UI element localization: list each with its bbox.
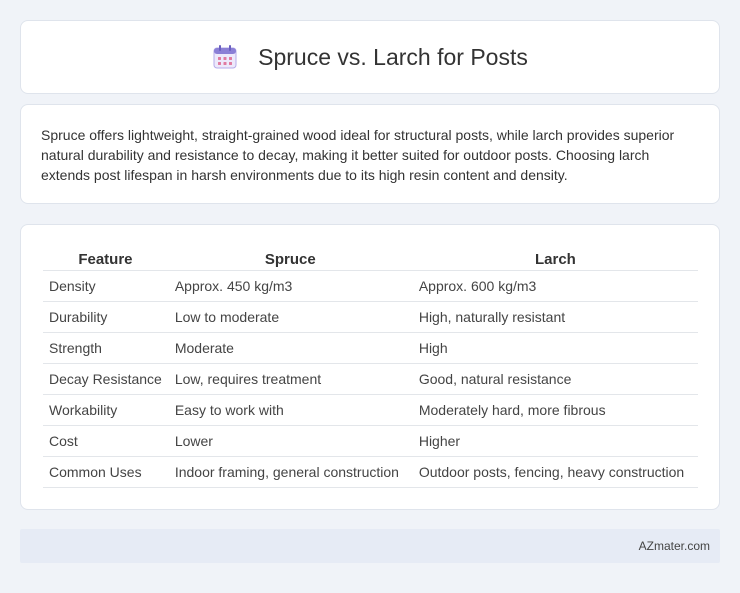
footer-bar: AZmater.com (20, 529, 720, 563)
footer-site-link[interactable]: AZmater.com (639, 539, 710, 553)
comparison-table-card: Feature Spruce Larch Density Approx. 450… (20, 224, 720, 510)
summary-card: Spruce offers lightweight, straight-grai… (20, 104, 720, 204)
table-row: Common Uses Indoor framing, general cons… (43, 456, 698, 488)
larch-cell: Higher (411, 425, 698, 457)
larch-cell: Good, natural resistance (411, 363, 698, 395)
spruce-cell: Lower (167, 425, 413, 457)
table-row: Density Approx. 450 kg/m3 Approx. 600 kg… (43, 270, 698, 302)
table-row: Durability Low to moderate High, natural… (43, 301, 698, 333)
spruce-cell: Indoor framing, general construction (167, 456, 413, 488)
feature-cell: Strength (43, 332, 169, 364)
table-row: Strength Moderate High (43, 332, 698, 364)
column-header-larch: Larch (411, 245, 698, 271)
table-header-row: Feature Spruce Larch (43, 245, 698, 271)
feature-cell: Decay Resistance (43, 363, 169, 395)
table-row: Decay Resistance Low, requires treatment… (43, 363, 698, 395)
feature-cell: Cost (43, 425, 169, 457)
larch-cell: Moderately hard, more fibrous (411, 394, 698, 426)
feature-cell: Workability (43, 394, 169, 426)
summary-text: Spruce offers lightweight, straight-grai… (41, 127, 675, 183)
larch-cell: Approx. 600 kg/m3 (411, 270, 698, 302)
feature-cell: Durability (43, 301, 169, 333)
column-header-feature: Feature (43, 245, 169, 271)
table-row: Workability Easy to work with Moderately… (43, 394, 698, 426)
column-header-spruce: Spruce (167, 245, 413, 271)
larch-cell: Outdoor posts, fencing, heavy constructi… (411, 456, 698, 488)
feature-cell: Density (43, 270, 169, 302)
spruce-cell: Low to moderate (167, 301, 413, 333)
comparison-table: Feature Spruce Larch Density Approx. 450… (43, 245, 698, 488)
spruce-cell: Easy to work with (167, 394, 413, 426)
spruce-cell: Moderate (167, 332, 413, 364)
larch-cell: High, naturally resistant (411, 301, 698, 333)
larch-cell: High (411, 332, 698, 364)
title-card: Spruce vs. Larch for Posts (20, 20, 720, 94)
spruce-cell: Approx. 450 kg/m3 (167, 270, 413, 302)
table-row: Cost Lower Higher (43, 425, 698, 457)
page-title: Spruce vs. Larch for Posts (258, 43, 528, 70)
feature-cell: Common Uses (43, 456, 169, 488)
spruce-cell: Low, requires treatment (167, 363, 413, 395)
calendar-icon (212, 44, 238, 70)
